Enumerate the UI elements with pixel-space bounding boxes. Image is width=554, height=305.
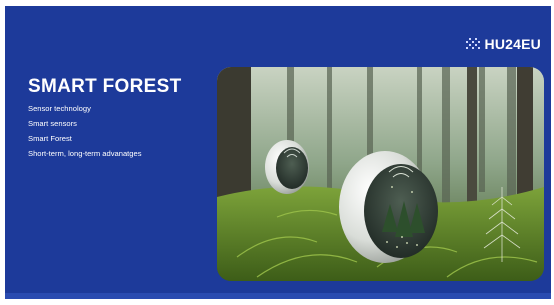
- bullet-item: Short-term, long-term advanatges: [28, 149, 142, 158]
- footer-band: [5, 293, 551, 299]
- brand-logo: HU24EU: [465, 36, 541, 52]
- bullet-item: Sensor technology: [28, 104, 91, 113]
- logo-mark-icon: [465, 38, 480, 49]
- bullet-item: Smart Forest: [28, 134, 72, 143]
- slide-title: SMART FOREST: [28, 76, 182, 97]
- bullet-item: Smart sensors: [28, 119, 77, 128]
- forest-sensor-image: [217, 67, 544, 281]
- logo-text: HU24EU: [484, 36, 541, 52]
- slide: HU24EU SMART FOREST Sensor technology Sm…: [5, 6, 551, 299]
- bullet-list: Sensor technology Smart sensors Smart Fo…: [28, 101, 142, 161]
